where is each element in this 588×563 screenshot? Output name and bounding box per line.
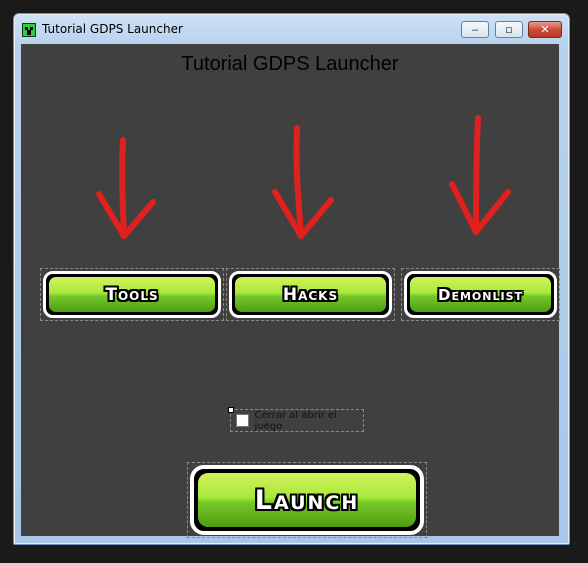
checkbox-label: Cerrar al abrir el juego (254, 409, 337, 432)
demonlist-button-frame: Demonlist (404, 271, 557, 318)
title-bar[interactable]: Tutorial GDPS Launcher ‒ ▫ ✕ (14, 14, 569, 44)
red-arrow-icon (449, 115, 511, 235)
maximize-icon: ▫ (505, 23, 513, 36)
launch-button-frame: Launch (190, 465, 424, 535)
app-window: Tutorial GDPS Launcher ‒ ▫ ✕ Tutorial GD… (13, 13, 570, 545)
close-icon: ✕ (540, 23, 550, 36)
minimize-button[interactable]: ‒ (461, 21, 489, 38)
launcher-panel: Tutorial GDPS Launcher Tools Hacks Demon… (21, 44, 560, 538)
creeper-icon (22, 23, 36, 37)
demonlist-button-label: Demonlist (410, 277, 551, 312)
tools-button-frame: Tools (43, 271, 221, 318)
checkbox-box[interactable] (236, 414, 249, 427)
selection-handle (228, 407, 234, 413)
red-arrow-icon (96, 137, 156, 239)
hacks-button-label: Hacks (235, 277, 386, 312)
minimize-icon: ‒ (471, 23, 479, 36)
close-on-launch-checkbox[interactable]: Cerrar al abrir el juego (228, 407, 364, 432)
tools-button[interactable]: Tools (40, 268, 224, 321)
maximize-button[interactable]: ▫ (495, 21, 523, 38)
red-arrow-icon (272, 125, 334, 239)
page-title: Tutorial GDPS Launcher (181, 53, 399, 75)
close-button[interactable]: ✕ (528, 21, 562, 38)
hacks-button-frame: Hacks (229, 271, 392, 318)
window-title: Tutorial GDPS Launcher (42, 22, 183, 36)
demonlist-button[interactable]: Demonlist (401, 268, 560, 321)
launch-button-label: Launch (198, 473, 416, 527)
launch-button[interactable]: Launch (187, 462, 427, 538)
hacks-button[interactable]: Hacks (226, 268, 395, 321)
tools-button-label: Tools (49, 277, 215, 312)
